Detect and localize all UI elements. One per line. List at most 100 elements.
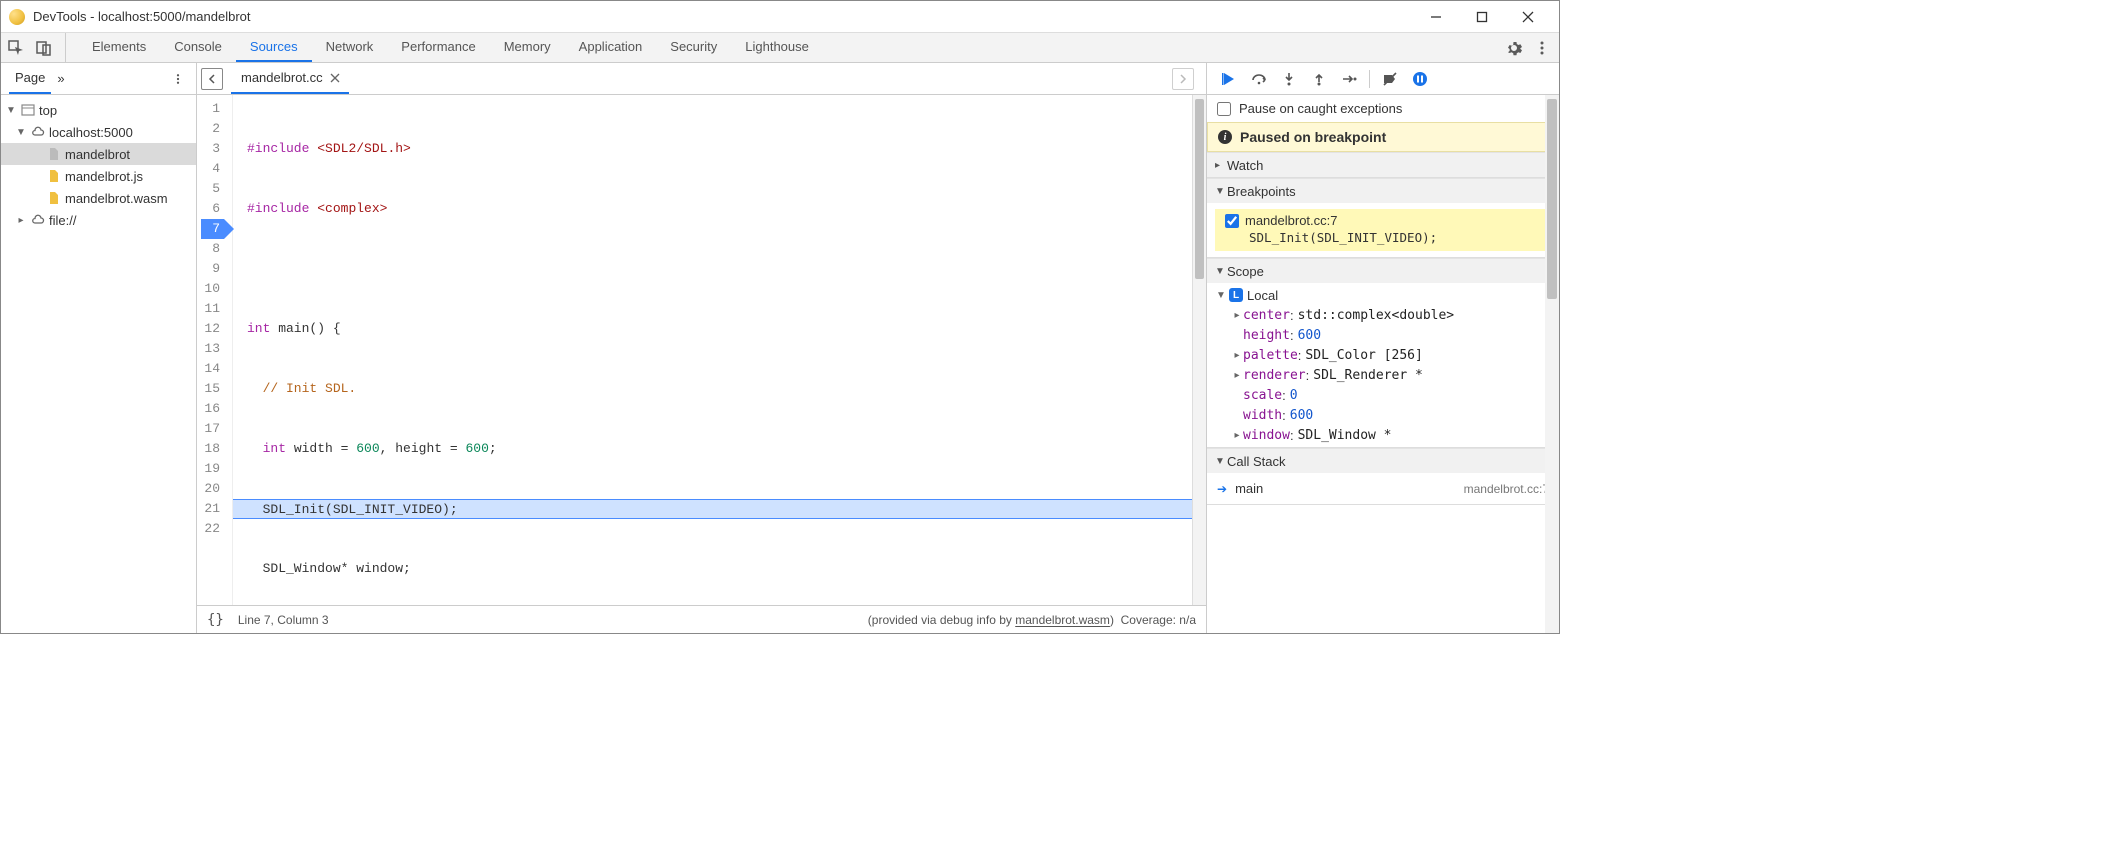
resume-button[interactable] (1217, 67, 1241, 91)
tree-file-mandelbrot[interactable]: mandelbrot (1, 143, 196, 165)
scope-local-label: Local (1247, 288, 1278, 303)
maximize-button[interactable] (1459, 2, 1505, 32)
paused-banner-text: Paused on breakpoint (1240, 129, 1386, 145)
callstack-section-header[interactable]: ▼ Call Stack (1207, 448, 1559, 473)
pause-on-caught-label: Pause on caught exceptions (1239, 101, 1402, 116)
pause-on-exceptions-button[interactable] (1408, 67, 1432, 91)
kebab-menu-icon[interactable] (1531, 37, 1553, 59)
tab-security[interactable]: Security (656, 33, 731, 62)
navigator-tab-page[interactable]: Page (9, 63, 51, 94)
scope-var-name: renderer (1243, 368, 1306, 383)
tree-label: localhost:5000 (49, 125, 133, 140)
scope-var-value: 600 (1290, 408, 1313, 423)
scope-section-header[interactable]: ▼ Scope (1207, 258, 1559, 283)
scope-variable[interactable]: ▸window: SDL_Window * (1215, 425, 1551, 445)
step-over-button[interactable] (1247, 67, 1271, 91)
scope-variable[interactable]: ▸palette: SDL_Color [256] (1215, 345, 1551, 365)
expander-icon: ▼ (5, 105, 17, 116)
scope-var-value: 0 (1290, 388, 1298, 403)
scope-var-name: width (1243, 408, 1282, 423)
expander-icon: ▸ (15, 215, 27, 226)
scope-local-header[interactable]: ▼ L Local (1215, 285, 1551, 305)
local-scope-icon: L (1229, 288, 1243, 302)
tab-application[interactable]: Application (565, 33, 657, 62)
scope-variable[interactable]: scale: 0 (1215, 385, 1551, 405)
step-out-button[interactable] (1307, 67, 1331, 91)
window-title: DevTools - localhost:5000/mandelbrot (33, 9, 1413, 24)
editor-nav-forward-icon[interactable] (1172, 68, 1194, 90)
tab-elements[interactable]: Elements (78, 33, 160, 62)
inspect-element-icon[interactable] (7, 39, 25, 57)
tree-file-scheme[interactable]: ▸ file:// (1, 209, 196, 231)
tab-lighthouse[interactable]: Lighthouse (731, 33, 823, 62)
source-map-link[interactable]: mandelbrot.wasm (1015, 613, 1110, 627)
tree-label: mandelbrot (65, 147, 130, 162)
tree-top[interactable]: ▼ top (1, 99, 196, 121)
tree-origin[interactable]: ▼ localhost:5000 (1, 121, 196, 143)
step-into-button[interactable] (1277, 67, 1301, 91)
breakpoints-section-header[interactable]: ▼ Breakpoints (1207, 178, 1559, 203)
expander-icon: ▼ (1215, 456, 1227, 467)
script-icon (47, 169, 61, 183)
expander-icon: ▸ (1231, 310, 1243, 321)
expander-icon: ▼ (1215, 186, 1227, 197)
step-button[interactable] (1337, 67, 1361, 91)
window-controls (1413, 2, 1551, 32)
editor-tab-mandelbrot-cc[interactable]: mandelbrot.cc (231, 63, 349, 94)
toolbar-separator (1369, 70, 1370, 88)
debug-pane-scrollbar[interactable] (1545, 95, 1559, 633)
close-button[interactable] (1505, 2, 1551, 32)
tab-sources[interactable]: Sources (236, 33, 312, 62)
line-gutter[interactable]: 1 2 3 4 5 6 7 8 9 10 11 12 13 14 15 16 1… (197, 95, 233, 605)
debugger-pane: Pause on caught exceptions i Paused on b… (1207, 63, 1559, 633)
minimize-button[interactable] (1413, 2, 1459, 32)
tree-label: file:// (49, 213, 76, 228)
deactivate-breakpoints-button[interactable] (1378, 67, 1402, 91)
devtools-app-icon (9, 9, 25, 25)
tree-file-mandelbrot-js[interactable]: mandelbrot.js (1, 165, 196, 187)
scope-var-name: window (1243, 428, 1290, 443)
close-tab-icon[interactable] (329, 72, 341, 84)
pretty-print-icon[interactable]: {} (207, 612, 224, 628)
scope-variable[interactable]: height: 600 (1215, 325, 1551, 345)
scope-variable[interactable]: ▸center: std::complex<double> (1215, 305, 1551, 325)
scope-var-name: scale (1243, 388, 1282, 403)
scope-var-value: SDL_Color [256] (1305, 348, 1422, 363)
scope-var-name: height (1243, 328, 1290, 343)
editor-nav-back-icon[interactable] (201, 68, 223, 90)
code-content[interactable]: #include <SDL2/SDL.h> #include <complex>… (233, 95, 1192, 605)
device-toggle-icon[interactable] (35, 39, 53, 57)
breakpoints-section-label: Breakpoints (1227, 184, 1296, 199)
file-tree: ▼ top ▼ localhost:5000 mandelbrot mandel… (1, 95, 196, 633)
callstack-frame[interactable]: ➔ main mandelbrot.cc:7 (1207, 477, 1559, 500)
tab-memory[interactable]: Memory (490, 33, 565, 62)
watch-section-header[interactable]: ▸ Watch (1207, 152, 1559, 177)
cursor-position: Line 7, Column 3 (238, 613, 329, 627)
callstack-frame-name: main (1235, 481, 1263, 496)
breakpoint-checkbox[interactable] (1225, 214, 1239, 228)
editor-statusbar: {} Line 7, Column 3 (provided via debug … (197, 605, 1206, 633)
debugger-toolbar (1207, 63, 1559, 95)
scope-variable[interactable]: width: 600 (1215, 405, 1551, 425)
breakpoint-item[interactable]: mandelbrot.cc:7 SDL_Init(SDL_INIT_VIDEO)… (1215, 209, 1551, 251)
document-icon (47, 147, 61, 161)
pause-on-caught-checkbox[interactable] (1217, 102, 1231, 116)
breakpoint-title: mandelbrot.cc:7 (1245, 213, 1338, 228)
tab-performance[interactable]: Performance (387, 33, 489, 62)
cloud-icon (31, 125, 45, 139)
navigator-kebab-icon[interactable] (168, 69, 188, 89)
tab-network[interactable]: Network (312, 33, 388, 62)
navigator-more-tabs[interactable]: » (57, 71, 64, 86)
expander-icon: ▸ (1231, 350, 1243, 361)
scope-variable[interactable]: ▸renderer: SDL_Renderer * (1215, 365, 1551, 385)
tab-console[interactable]: Console (160, 33, 236, 62)
settings-gear-icon[interactable] (1503, 37, 1525, 59)
editor-scrollbar[interactable] (1192, 95, 1206, 605)
breakpoint-code: SDL_Init(SDL_INIT_VIDEO); (1249, 230, 1540, 245)
tree-label: mandelbrot.js (65, 169, 143, 184)
breakpoint-marker[interactable]: 7 (201, 219, 224, 239)
tree-file-mandelbrot-wasm[interactable]: mandelbrot.wasm (1, 187, 196, 209)
frame-icon (21, 103, 35, 117)
code-editor[interactable]: 1 2 3 4 5 6 7 8 9 10 11 12 13 14 15 16 1… (197, 95, 1206, 605)
scope-var-name: center (1243, 308, 1290, 323)
